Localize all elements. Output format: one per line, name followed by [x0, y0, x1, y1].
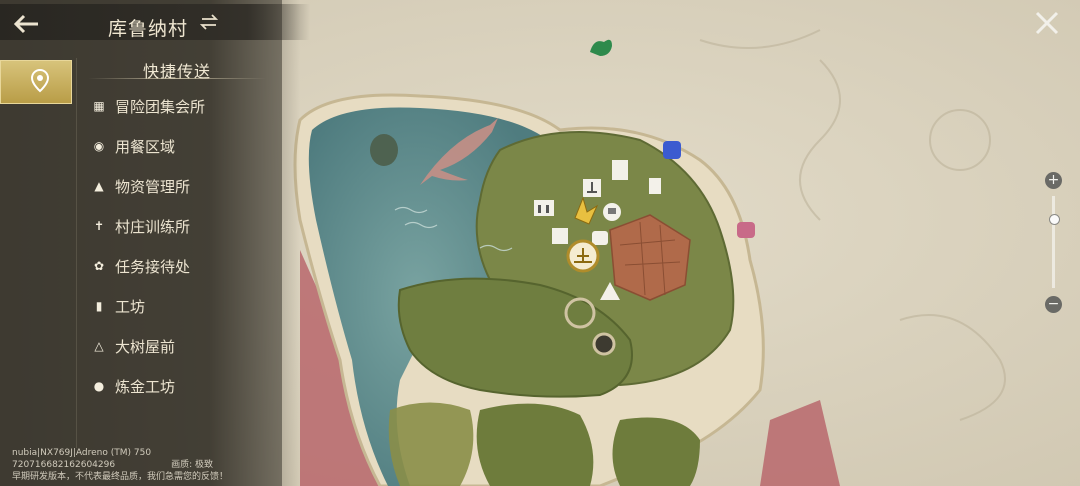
travel-item-label: 用餐区域	[115, 137, 176, 156]
zoom-out-button[interactable]: −	[1045, 296, 1062, 313]
supply-icon: ▲	[94, 179, 104, 193]
travel-item-dining[interactable]: ◉ 用餐区域	[88, 126, 205, 166]
section-underline	[88, 78, 266, 79]
device-info-line1: nubia|NX769J|Adreno (TM) 750	[12, 448, 152, 458]
quality-label: 画质: 极致	[171, 460, 213, 470]
zoom-slider-knob[interactable]	[1049, 214, 1060, 225]
travel-item-guild[interactable]: ▦ 冒险团集会所	[88, 86, 205, 126]
travel-item-label: 物资管理所	[115, 177, 191, 196]
travel-item-alchemy[interactable]: ● 炼金工坊	[88, 366, 205, 406]
paw-icon: ✿	[93, 259, 105, 273]
travel-item-label: 工坊	[115, 297, 146, 316]
zoom-in-button[interactable]: +	[1045, 172, 1062, 189]
travel-item-workshop[interactable]: ▮ 工坊	[88, 286, 205, 326]
travel-item-label: 冒险团集会所	[115, 97, 206, 116]
travel-item-label: 炼金工坊	[115, 377, 176, 396]
travel-item-training[interactable]: ✝ 村庄训练所	[88, 206, 205, 246]
training-icon: ✝	[93, 219, 105, 233]
tab-quick-travel[interactable]	[0, 60, 72, 104]
title-bar: 库鲁纳村	[0, 4, 310, 40]
arrow-left-icon	[13, 14, 38, 34]
dining-icon: ◉	[93, 139, 105, 153]
treehouse-icon: △	[94, 339, 104, 353]
panel-divider	[76, 58, 77, 448]
travel-location-list: ▦ 冒险团集会所 ◉ 用餐区域 ▲ 物资管理所 ✝ 村庄训练所 ✿ 任务接待处 …	[88, 86, 205, 406]
back-button[interactable]	[10, 12, 44, 38]
zoom-slider-track[interactable]	[1052, 196, 1055, 288]
travel-item-quest[interactable]: ✿ 任务接待处	[88, 246, 205, 286]
workshop-icon: ▮	[95, 299, 103, 313]
device-info-line2: 720716682162604296	[12, 460, 116, 470]
close-icon	[1035, 11, 1059, 35]
travel-item-supply[interactable]: ▲ 物资管理所	[88, 166, 205, 206]
alchemy-icon: ●	[93, 379, 105, 393]
device-info: nubia|NX769J|Adreno (TM) 750 72071668216…	[12, 447, 228, 483]
device-info-line3: 早期研发版本，不代表最终品质，我们急需您的反馈！	[12, 472, 229, 482]
switch-region-button[interactable]	[199, 14, 219, 35]
region-name: 库鲁纳村	[108, 18, 189, 40]
swap-arrows-icon	[199, 14, 219, 30]
guild-icon: ▦	[93, 99, 105, 113]
travel-item-treehouse[interactable]: △ 大树屋前	[88, 326, 205, 366]
travel-item-label: 任务接待处	[115, 257, 191, 276]
travel-item-label: 大树屋前	[115, 337, 176, 356]
close-button[interactable]	[1034, 10, 1060, 36]
map-pin-icon	[31, 69, 49, 93]
travel-item-label: 村庄训练所	[115, 217, 191, 236]
